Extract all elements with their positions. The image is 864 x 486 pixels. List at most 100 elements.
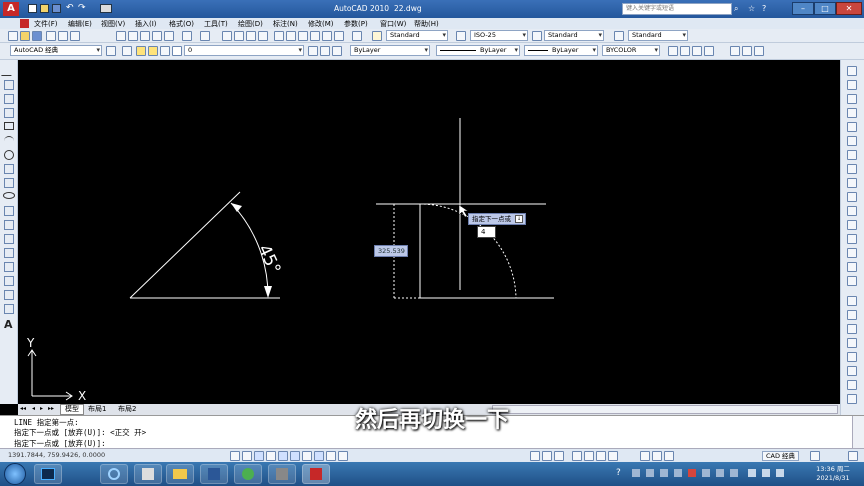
workspace-switch-button[interactable]: CAD 经典 — [762, 451, 800, 461]
search-icon[interactable]: ⌕ — [734, 4, 744, 14]
osnap-center-icon[interactable] — [847, 338, 857, 348]
toolbar-extra-icon-1[interactable] — [668, 46, 678, 56]
menu-draw[interactable]: 绘图(D) — [238, 19, 263, 29]
publish-icon[interactable] — [70, 31, 80, 41]
text-style-icon[interactable] — [372, 31, 382, 41]
menu-help[interactable]: 帮助(H) — [414, 19, 439, 29]
menu-insert[interactable]: 插入(I) — [135, 19, 157, 29]
annotation-scale-icon[interactable] — [640, 451, 650, 461]
osnap-toggle-icon[interactable] — [278, 451, 288, 461]
revcloud-tool-icon[interactable] — [4, 164, 14, 174]
network-icon[interactable] — [748, 469, 756, 477]
quick-access-undo-icon[interactable]: ↶ — [66, 3, 74, 13]
toolbar-extra-icon-2[interactable] — [680, 46, 690, 56]
menu-dimension[interactable]: 标注(N) — [273, 19, 298, 29]
osnap-intersection-icon[interactable] — [847, 324, 857, 334]
autocad-logo-icon[interactable]: A — [3, 2, 19, 16]
multileader-style-select[interactable]: Standard — [628, 30, 688, 41]
point-tool-icon[interactable] — [4, 248, 14, 258]
tray-icon-4[interactable] — [674, 469, 682, 477]
angle-slant-line[interactable] — [129, 191, 241, 299]
fillet-tool-icon[interactable] — [847, 262, 857, 272]
region-tool-icon[interactable] — [4, 290, 14, 300]
circle-tool-icon[interactable] — [4, 150, 14, 160]
toolbar-extra-icon-5[interactable] — [730, 46, 740, 56]
table-style-select[interactable]: Standard — [544, 30, 604, 41]
layer-properties-icon[interactable] — [122, 46, 132, 56]
menu-app-icon[interactable] — [20, 19, 29, 28]
scale-tool-icon[interactable] — [847, 164, 857, 174]
dynamic-input-field[interactable]: 4 — [477, 226, 496, 238]
ellipse-tool-icon[interactable] — [3, 192, 15, 199]
polar-toggle-icon[interactable] — [266, 451, 276, 461]
plot-icon[interactable] — [46, 31, 56, 41]
taskbar-photoshop-button[interactable] — [34, 464, 62, 484]
make-block-tool-icon[interactable] — [4, 234, 14, 244]
quick-access-new-icon[interactable] — [28, 4, 37, 13]
quick-access-save-icon[interactable] — [52, 4, 61, 13]
osnap-settings-icon[interactable] — [847, 394, 857, 404]
quick-access-open-icon[interactable] — [40, 4, 49, 13]
qp-toggle-icon[interactable] — [338, 451, 348, 461]
osnap-perpendicular-icon[interactable] — [847, 366, 857, 376]
command-scrollbar[interactable] — [852, 416, 864, 449]
lineweight-toggle-icon[interactable] — [326, 451, 336, 461]
tray-icon-6[interactable] — [702, 469, 710, 477]
osnap-midpoint-icon[interactable] — [847, 310, 857, 320]
insert-block-tool-icon[interactable] — [4, 220, 14, 230]
break-tool-icon[interactable] — [847, 220, 857, 230]
explode-tool-icon[interactable] — [847, 276, 857, 286]
showmotion-icon[interactable] — [608, 451, 618, 461]
erase-tool-icon[interactable] — [847, 66, 857, 76]
ellipse-arc-tool-icon[interactable] — [4, 206, 14, 216]
maximize-button[interactable]: □ — [814, 2, 836, 15]
taskbar-green-app-button[interactable] — [234, 464, 262, 484]
menu-file[interactable]: 文件(F) — [34, 19, 58, 29]
taskbar-browser-button[interactable] — [100, 464, 128, 484]
table-tool-icon[interactable] — [4, 304, 14, 314]
volume-icon[interactable] — [762, 469, 770, 477]
arc-tool-icon[interactable] — [4, 136, 14, 146]
array-tool-icon[interactable] — [847, 122, 857, 132]
osnap-nearest-icon[interactable] — [847, 380, 857, 390]
rotate-tool-icon[interactable] — [847, 150, 857, 160]
taskbar-media-button[interactable] — [268, 464, 296, 484]
menu-tools[interactable]: 工具(T) — [204, 19, 228, 29]
osnap-quadrant-icon[interactable] — [847, 352, 857, 362]
search-input[interactable]: 键入关键字或短语 — [622, 3, 732, 15]
ducs-toggle-icon[interactable] — [302, 451, 312, 461]
coordinate-readout[interactable]: 1391.7844, 759.9426, 0.0000 — [8, 451, 105, 459]
dim-style-select[interactable]: ISO-25 — [470, 30, 528, 41]
workspace-settings-icon[interactable] — [106, 46, 116, 56]
linetype-select[interactable]: ByLayer — [436, 45, 520, 56]
toolbar-extra-icon-7[interactable] — [754, 46, 764, 56]
pan-status-icon[interactable] — [572, 451, 582, 461]
layer-lock-icon[interactable] — [160, 46, 170, 56]
multileader-style-icon[interactable] — [614, 31, 624, 41]
save-icon[interactable] — [32, 31, 42, 41]
chamfer-tool-icon[interactable] — [847, 248, 857, 258]
lineweight-select[interactable]: ByLayer — [524, 45, 598, 56]
clean-screen-icon[interactable] — [848, 451, 858, 461]
dim-style-icon[interactable] — [456, 31, 466, 41]
block-editor-icon[interactable] — [164, 31, 174, 41]
layer-previous-icon[interactable] — [320, 46, 330, 56]
tray-icon-5[interactable] — [688, 469, 696, 477]
zoom-previous-icon[interactable] — [258, 31, 268, 41]
layer-on-icon[interactable] — [136, 46, 146, 56]
hatch-tool-icon[interactable] — [4, 262, 14, 272]
tool-palettes-icon[interactable] — [298, 31, 308, 41]
menu-window[interactable]: 窗口(W) — [380, 19, 406, 29]
tray-icon-1[interactable] — [632, 469, 640, 477]
tab-layout2[interactable]: 布局2 — [114, 404, 140, 415]
snap-toggle-icon[interactable] — [230, 451, 240, 461]
layer-states-icon[interactable] — [332, 46, 342, 56]
toolbar-extra-icon-4[interactable] — [704, 46, 714, 56]
flag-icon[interactable] — [776, 469, 784, 477]
redo-icon[interactable] — [200, 31, 210, 41]
preview-icon[interactable] — [58, 31, 68, 41]
tray-icon-7[interactable] — [716, 469, 724, 477]
menu-format[interactable]: 格式(O) — [169, 19, 194, 29]
toolbar-extra-icon-3[interactable] — [692, 46, 702, 56]
workspace-select[interactable]: AutoCAD 经典 — [10, 45, 102, 56]
